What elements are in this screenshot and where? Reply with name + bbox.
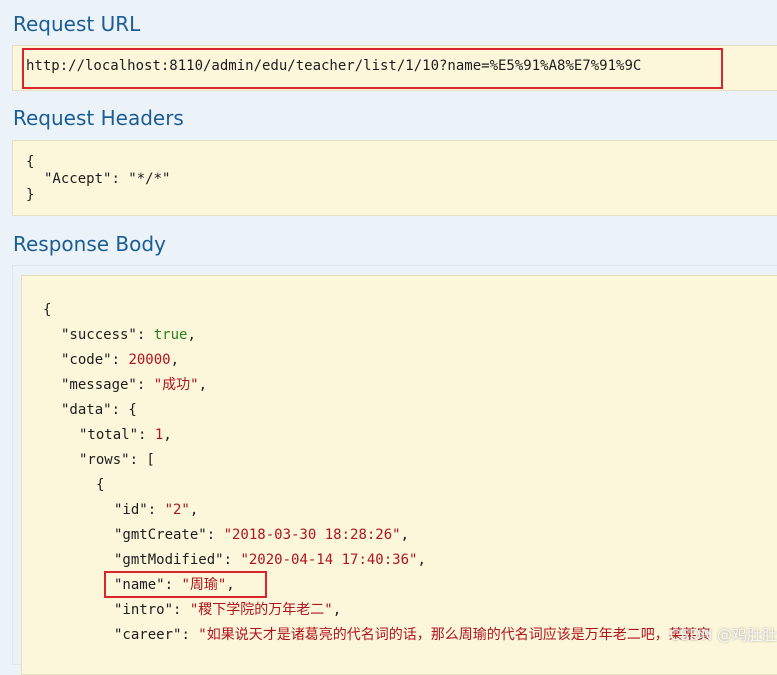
career-key: "career" (114, 627, 182, 643)
gmtcreate-value: "2018-03-30 18:28:26" (223, 527, 401, 543)
csdn-watermark: CSDN @鸡肚肚 (669, 626, 777, 644)
success-value: true (153, 327, 188, 343)
accept-key: "Accept" (44, 171, 112, 187)
headers-open-brace: { (26, 154, 35, 170)
accept-value: "*/*" (128, 171, 171, 187)
id-value: "2" (164, 502, 190, 518)
gmtcreate-key: "gmtCreate" (114, 527, 207, 543)
resp-intro-line: "intro": "稷下学院的万年老二", (114, 602, 342, 618)
response-body-title: Response Body (13, 232, 166, 256)
code-value: 20000 (128, 352, 171, 368)
id-key: "id" (114, 502, 148, 518)
resp-code-line: "code": 20000, (61, 352, 180, 368)
gmtmodified-value: "2020-04-14 17:40:36" (240, 552, 418, 568)
resp-open-brace: { (43, 302, 52, 318)
url-highlight-box (22, 48, 723, 89)
message-key: "message" (61, 377, 137, 393)
request-url-title: Request URL (13, 12, 141, 36)
request-headers-box[interactable]: { "Accept": "*/*" } (12, 140, 777, 216)
resp-id-line: "id": "2", (114, 502, 199, 518)
resp-gmtmodified-line: "gmtModified": "2020-04-14 17:40:36", (114, 552, 426, 568)
message-value: "成功" (153, 377, 199, 393)
success-key: "success" (61, 327, 137, 343)
request-headers-title: Request Headers (13, 106, 184, 130)
accept-sep: : (111, 171, 129, 187)
data-key: "data" (61, 402, 112, 418)
resp-gmtcreate-line: "gmtCreate": "2018-03-30 18:28:26", (114, 527, 410, 543)
name-highlight-box (104, 571, 267, 598)
code-key: "code" (61, 352, 112, 368)
rows-key: "rows" (79, 452, 130, 468)
total-key: "total" (79, 427, 139, 443)
intro-key: "intro" (114, 602, 174, 618)
resp-success-line: "success": true, (61, 327, 196, 343)
career-value: "如果说天才是诸葛亮的代名词的话，那么周瑜的代名词应该是万年老二吧，某某实 (198, 627, 711, 643)
resp-data-line: "data": { (61, 402, 137, 418)
resp-career-line: "career": "如果说天才是诸葛亮的代名词的话，那么周瑜的代名词应该是万年… (114, 627, 711, 643)
resp-row-open-brace: { (96, 477, 105, 493)
headers-close-brace: } (26, 187, 35, 203)
intro-value: "稷下学院的万年老二" (189, 602, 333, 618)
headers-accept-line: "Accept": "*/*" (44, 170, 170, 188)
gmtmodified-key: "gmtModified" (114, 552, 224, 568)
resp-message-line: "message": "成功", (61, 377, 208, 393)
resp-total-line: "total": 1, (79, 427, 172, 443)
resp-rows-line: "rows": [ (79, 452, 155, 468)
